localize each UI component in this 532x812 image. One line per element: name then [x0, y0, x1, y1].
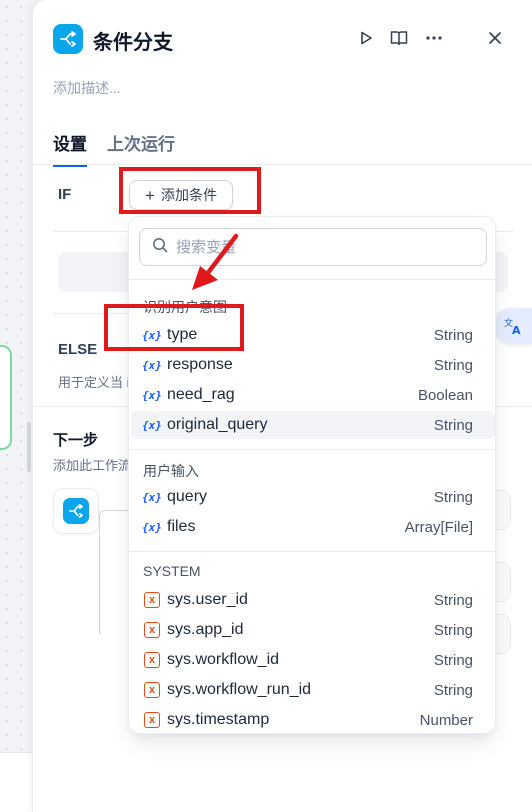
variable-type: String [433, 591, 473, 609]
variable-type: Array[File] [404, 518, 473, 536]
variable-item-sys-workflow-run-id[interactable]: x sys.workflow_run_id String [131, 676, 495, 704]
next-step-title: 下一步 [53, 432, 99, 449]
description-input[interactable]: 添加描述... [53, 78, 121, 98]
panel-resize-handle[interactable] [27, 422, 31, 472]
variable-item-files[interactable]: {x} files Array[File] [131, 513, 495, 541]
workflow-canvas[interactable] [0, 0, 34, 812]
divider [129, 279, 497, 280]
if-label: IF [58, 186, 72, 203]
if-else-node-icon [63, 498, 89, 524]
variable-type: String [433, 651, 473, 669]
close-icon[interactable] [484, 27, 506, 49]
variable-item-response[interactable]: {x} response String [131, 351, 495, 379]
annotation-arrow-icon [192, 233, 239, 290]
variable-item-sys-user-id[interactable]: x sys.user_id String [131, 586, 495, 614]
variable-picker-dropdown: 识别用户意图 {x} type String {x} response Stri… [128, 216, 497, 734]
divider [129, 551, 497, 552]
variable-name: files [167, 518, 196, 535]
variable-name: sys.app_id [167, 621, 244, 638]
annotation-box-add-condition [119, 167, 261, 214]
variable-item-sys-timestamp[interactable]: x sys.timestamp Number [131, 706, 495, 734]
canvas-panel [0, 752, 32, 812]
current-node-card [53, 488, 99, 534]
variable-item-query[interactable]: {x} query String [131, 483, 495, 511]
variable-item-need-rag[interactable]: {x} need_rag Boolean [131, 381, 495, 409]
variable-item-sys-workflow-id[interactable]: x sys.workflow_id String [131, 646, 495, 674]
variable-item-original-query[interactable]: {x} original_query String [131, 411, 495, 439]
system-variable-icon: x [144, 712, 160, 728]
variable-icon: {x} [142, 418, 162, 432]
branch-connector [99, 510, 129, 634]
variable-name: sys.timestamp [167, 711, 270, 728]
variable-type: String [433, 621, 473, 639]
variable-icon: {x} [142, 388, 162, 402]
variable-type: String [433, 326, 473, 344]
variable-type: Boolean [417, 386, 473, 404]
else-label: ELSE [58, 341, 98, 358]
variable-icon: {x} [142, 490, 162, 504]
tab-settings[interactable]: 设置 [53, 130, 87, 167]
book-open-icon[interactable] [388, 27, 410, 49]
variable-type: String [433, 488, 473, 506]
if-else-node-icon [53, 24, 83, 54]
variable-name: sys.workflow_run_id [167, 681, 312, 698]
annotation-box-type [104, 304, 244, 351]
tab-divider [33, 164, 532, 165]
run-icon[interactable] [355, 27, 377, 49]
variable-name: original_query [167, 416, 268, 433]
variable-type: String [433, 356, 473, 374]
group-title: 用户输入 [143, 463, 199, 479]
canvas-node[interactable] [0, 345, 12, 450]
variable-name: sys.user_id [167, 591, 248, 608]
tab-bar: 设置 上次运行 [53, 130, 175, 167]
group-title: SYSTEM [143, 563, 201, 579]
divider [129, 449, 497, 450]
variable-name: need_rag [167, 386, 235, 403]
variable-icon: {x} [142, 520, 162, 534]
page-title: 条件分支 [93, 32, 173, 54]
system-variable-icon: x [144, 592, 160, 608]
translate-icon[interactable]: 文A [494, 308, 532, 344]
variable-item-sys-app-id[interactable]: x sys.app_id String [131, 616, 495, 644]
variable-name: query [167, 488, 208, 505]
system-variable-icon: x [144, 652, 160, 668]
variable-type: Number [419, 711, 473, 729]
search-icon [152, 237, 168, 258]
variable-name: response [167, 356, 233, 373]
system-variable-icon: x [144, 682, 160, 698]
variable-name: sys.workflow_id [167, 651, 280, 668]
more-icon[interactable] [423, 27, 445, 49]
variable-icon: {x} [142, 358, 162, 372]
svg-text:A: A [512, 324, 521, 336]
variable-type: String [433, 681, 473, 699]
variable-type: String [433, 416, 473, 434]
system-variable-icon: x [144, 622, 160, 638]
tab-last-run[interactable]: 上次运行 [107, 130, 175, 167]
